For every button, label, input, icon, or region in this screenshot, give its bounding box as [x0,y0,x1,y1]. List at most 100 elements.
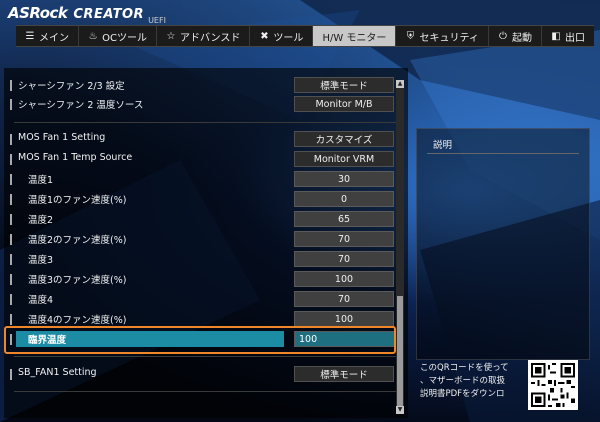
asrock-logo: ASRock CREATOR UEFI [8,4,166,26]
row-marker [10,194,12,205]
setting-value[interactable]: 65 [294,211,394,227]
brand-name: ASRock [8,4,68,22]
row-marker [10,254,12,265]
tab-boot[interactable]: ⏻ 起動 [489,26,542,46]
setting-value[interactable]: 100 [294,331,394,347]
setting-temp-3[interactable]: 温度3 70 [10,250,396,269]
uefi-label: UEFI [148,16,166,25]
setting-value[interactable]: 70 [294,291,394,307]
scrollbar[interactable]: ▲ ▼ [396,80,404,414]
qr-instructions: このQRコードを使って 、マザーボードの取扱 説明書PDFをダウンロ [420,362,524,401]
setting-value[interactable]: Monitor M/B [294,96,394,112]
tab-label: 起動 [511,32,532,44]
setting-value[interactable]: 70 [294,251,394,267]
setting-label: MOS Fan 1 Temp Source [18,152,133,163]
setting-temp-2[interactable]: 温度2 65 [10,210,396,229]
setting-label: 温度2 [28,215,54,226]
qr-code-icon [528,360,578,410]
series-name: CREATOR [73,7,145,22]
setting-value[interactable]: 100 [294,271,394,287]
section-divider [14,391,398,392]
tab-hw-monitor[interactable]: H/W モニター [313,26,397,46]
qr-text-line: 、マザーボードの取扱 [420,376,506,386]
row-marker [10,134,12,145]
setting-critical-temp[interactable]: 臨界温度 100 [10,330,396,349]
setting-value[interactable]: 100 [294,311,394,327]
tab-label: 出口 [565,32,586,44]
row-marker [10,294,12,305]
scroll-up-icon[interactable]: ▲ [396,80,404,88]
setting-value[interactable]: 30 [294,171,394,187]
setting-sb-fan1[interactable]: SB_FAN1 Setting 標準モード [10,365,396,384]
row-marker [10,99,12,110]
setting-temp-4-fan-speed[interactable]: 温度4のファン速度(%) 100 [10,310,396,329]
section-divider [14,122,398,123]
setting-value[interactable]: 0 [294,191,394,207]
setting-label: 温度3 [28,255,54,266]
settings-panel: シャーシファン 2/3 設定 標準モード シャーシファン 2 温度ソース Mon… [4,68,408,418]
setting-mos-fan-1-source[interactable]: MOS Fan 1 Temp Source Monitor VRM [10,150,396,169]
tab-security[interactable]: ⛨ セキュリティ [396,26,489,46]
tab-main[interactable]: ☰ メイン [16,26,80,46]
description-title: 説明 [433,140,453,151]
scroll-down-icon[interactable]: ▼ [396,406,404,414]
shield-icon: ⛨ [406,30,415,42]
row-marker [10,334,12,345]
row-marker [10,80,12,91]
setting-label: 温度3のファン速度(%) [28,275,127,286]
setting-label: 臨界温度 [28,335,67,346]
setting-value[interactable]: Monitor VRM [294,151,394,167]
flame-icon: ♨ [88,30,98,42]
tab-label: セキュリティ [419,32,479,44]
setting-label: 温度4のファン速度(%) [28,315,127,326]
setting-mos-fan-1[interactable]: MOS Fan 1 Setting カスタマイズ [10,130,396,149]
setting-label: シャーシファン 2 温度ソース [18,100,144,111]
tab-label: メイン [39,32,70,44]
setting-label: シャーシファン 2/3 設定 [18,81,125,92]
setting-temp-1[interactable]: 温度1 30 [10,170,396,189]
row-marker [10,154,12,165]
tab-tools[interactable]: ✖ ツール [250,26,314,46]
main-tabs: ☰ メイン ♨ OCツール ☆ アドバンスド ✖ ツール H/W モニター ⛨ … [16,25,594,47]
setting-label: 温度4 [28,295,54,306]
tab-advanced[interactable]: ☆ アドバンスド [157,26,251,46]
tab-label: OCツール [102,32,147,44]
qr-text-line: このQRコードを使って [420,363,509,373]
row-marker [10,234,12,245]
tab-exit[interactable]: ◧ 出口 [542,26,594,46]
tab-label: ツール [273,32,304,44]
setting-label: MOS Fan 1 Setting [18,132,106,143]
qr-text-line: 説明書PDFをダウンロ [420,389,505,399]
setting-temp-1-fan-speed[interactable]: 温度1のファン速度(%) 0 [10,190,396,209]
setting-temp-2-fan-speed[interactable]: 温度2のファン速度(%) 70 [10,230,396,249]
exit-icon: ◧ [551,30,561,42]
tab-label: H/W モニター [322,32,387,44]
setting-temp-4[interactable]: 温度4 70 [10,290,396,309]
setting-chassis-fan-23[interactable]: シャーシファン 2/3 設定 標準モード [10,76,396,95]
scroll-thumb[interactable] [397,296,403,408]
setting-value[interactable]: カスタマイズ [294,131,394,147]
list-icon: ☰ [25,30,35,42]
setting-value[interactable]: 標準モード [294,366,394,382]
setting-value[interactable]: 70 [294,231,394,247]
setting-label: SB_FAN1 Setting [18,367,97,378]
row-marker [10,369,12,380]
row-marker [10,314,12,325]
tab-oc-tools[interactable]: ♨ OCツール [79,26,157,46]
power-icon: ⏻ [498,30,507,42]
setting-label: 温度1 [28,175,54,186]
row-marker [10,174,12,185]
section-divider [14,356,398,357]
tools-icon: ✖ [260,30,269,42]
description-panel: 説明 [416,128,590,360]
setting-temp-3-fan-speed[interactable]: 温度3のファン速度(%) 100 [10,270,396,289]
row-marker [10,274,12,285]
setting-value[interactable]: 標準モード [294,77,394,93]
row-marker [10,214,12,225]
star-icon: ☆ [166,30,176,42]
setting-chassis-fan-2-source[interactable]: シャーシファン 2 温度ソース Monitor M/B [10,95,396,114]
tab-label: アドバンスド [180,32,241,44]
description-divider [427,153,579,154]
setting-label: 温度1のファン速度(%) [28,195,127,206]
setting-label: 温度2のファン速度(%) [28,235,127,246]
